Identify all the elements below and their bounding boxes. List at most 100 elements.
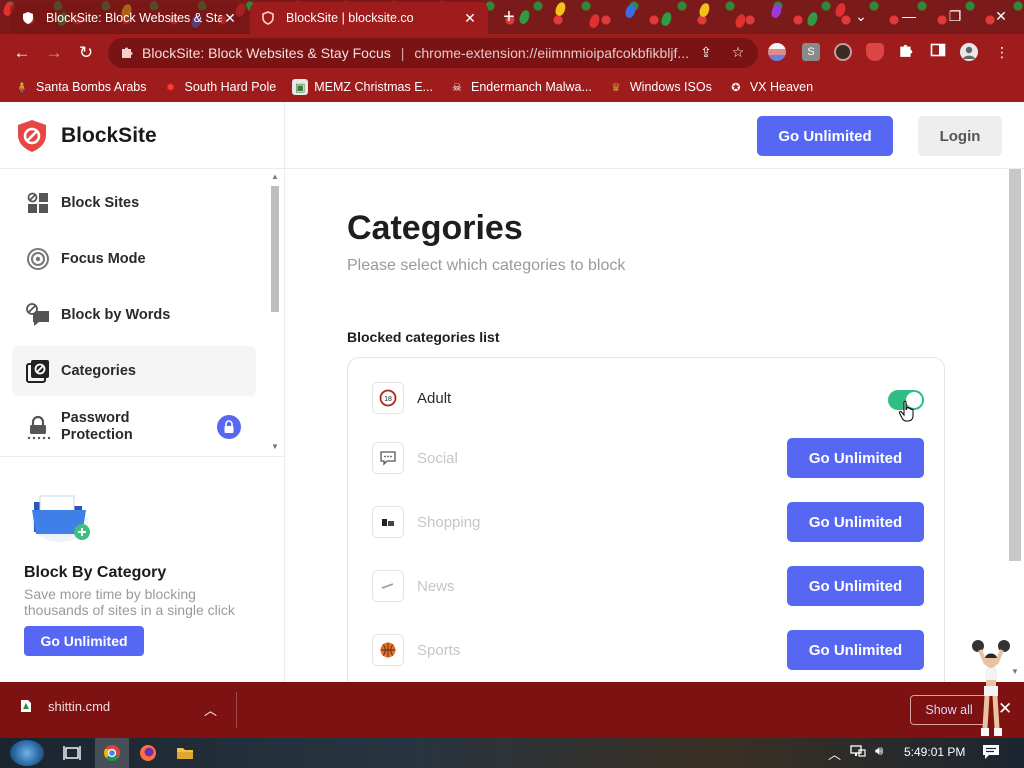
blocksite-extension-icon[interactable] xyxy=(866,43,884,61)
action-center-icon[interactable] xyxy=(982,744,1000,763)
sidebar-item-label: Block by Words xyxy=(61,307,171,323)
lock-icon xyxy=(25,414,51,440)
sidebar-item-categories[interactable]: Categories xyxy=(12,346,256,396)
extension-puzzle-icon xyxy=(120,45,134,62)
chevron-up-icon[interactable]: ︿ xyxy=(204,700,217,719)
categories-icon xyxy=(25,358,51,384)
bookmark-item[interactable]: ✪ VX Heaven xyxy=(728,79,813,95)
reload-icon[interactable]: ↻ xyxy=(74,41,98,65)
omnibox-separator: | xyxy=(400,45,405,61)
trophy-icon: ♛ xyxy=(610,81,621,94)
back-arrow-icon[interactable]: ← xyxy=(10,41,34,65)
start-orb-icon[interactable] xyxy=(10,740,44,766)
tab-blocksite-extension[interactable]: BlockSite: Block Websites & Stay ✕ xyxy=(10,2,248,34)
extensions-puzzle-icon[interactable] xyxy=(896,42,916,62)
blocksite-favicon-icon xyxy=(20,10,36,26)
category-row-adult: 18 Adult xyxy=(372,374,924,422)
browser-toolbar: ← → ↻ BlockSite: Block Websites & Stay F… xyxy=(0,34,1024,72)
category-row-shopping: Shopping Go Unlimited xyxy=(372,498,924,546)
share-icon[interactable]: ⇪ xyxy=(696,42,716,62)
svg-text:18: 18 xyxy=(384,396,392,403)
list-heading: Blocked categories list xyxy=(347,329,500,345)
chrome-taskbar-icon[interactable] xyxy=(95,738,129,768)
scroll-up-arrow-icon[interactable]: ▲ xyxy=(271,172,279,181)
new-tab-button[interactable]: + xyxy=(498,6,520,28)
skull-icon: ☠ xyxy=(452,81,462,94)
volume-icon[interactable]: 🔊︎ xyxy=(875,743,883,759)
image-icon: ▣ xyxy=(292,79,309,95)
taskbar-clock[interactable]: 5:49:01 PM xyxy=(904,745,965,759)
scrollbar-thumb[interactable] xyxy=(1009,169,1021,561)
sidebar-nav: Block Sites Focus Mode Block by Words Ca… xyxy=(12,178,256,458)
target-icon xyxy=(25,246,51,272)
minimize-button[interactable]: — xyxy=(886,0,932,32)
avatar-extension-icon[interactable] xyxy=(834,43,852,61)
bookmark-item[interactable]: 🧍 Santa Bombs Arabs xyxy=(14,79,146,95)
basketball-icon xyxy=(372,634,404,666)
sidebar-item-focus-mode[interactable]: Focus Mode xyxy=(12,234,256,284)
side-panel-icon[interactable] xyxy=(928,42,948,62)
download-shelf: shittin.cmd ︿ Show all ✕ xyxy=(0,682,1024,738)
forward-arrow-icon[interactable]: → xyxy=(42,41,66,65)
sidebar-scrollbar[interactable]: ▲ ▼ xyxy=(270,172,280,454)
download-item[interactable]: shittin.cmd xyxy=(18,698,110,714)
news-go-unlimited-button[interactable]: Go Unlimited xyxy=(787,566,924,606)
bookmark-item[interactable]: ✹ South Hard Pole xyxy=(162,79,276,95)
s-extension-icon[interactable]: S xyxy=(802,43,820,61)
sidebar-item-label: Categories xyxy=(61,363,136,379)
bookmark-star-icon[interactable]: ☆ xyxy=(728,42,748,62)
firefox-taskbar-icon[interactable] xyxy=(137,743,159,763)
shopping-go-unlimited-button[interactable]: Go Unlimited xyxy=(787,502,924,542)
badge-icon: ✪ xyxy=(731,81,741,94)
network-icon[interactable] xyxy=(850,744,866,761)
main-content: Categories Please select which categorie… xyxy=(286,169,1008,682)
promo-card: Block By Category Save more time by bloc… xyxy=(12,474,274,674)
scrollbar-thumb[interactable] xyxy=(271,186,279,312)
page-name: BlockSite: Block Websites & Stay Focus xyxy=(142,45,391,61)
tab-close-icon[interactable]: ✕ xyxy=(462,10,478,27)
tab-label: BlockSite: Block Websites & Stay xyxy=(46,11,222,25)
tab-close-icon[interactable]: ✕ xyxy=(222,10,238,27)
file-explorer-taskbar-icon[interactable] xyxy=(174,743,196,763)
main-scrollbar[interactable]: ▼ xyxy=(1008,169,1022,682)
category-row-sports: Sports Go Unlimited xyxy=(372,626,924,674)
sidebar-item-password-protection[interactable]: Password Protection xyxy=(12,402,256,452)
category-row-news: News Go Unlimited xyxy=(372,562,924,610)
promo-go-unlimited-button[interactable]: Go Unlimited xyxy=(24,626,144,656)
tab-search-chevron-icon[interactable]: ⌄ xyxy=(838,0,884,32)
tab-blocksite-co[interactable]: BlockSite | blocksite.co ✕ xyxy=(250,2,488,34)
menu-kebab-icon[interactable]: ⋮ xyxy=(992,42,1012,62)
task-view-icon[interactable] xyxy=(61,743,83,763)
social-go-unlimited-button[interactable]: Go Unlimited xyxy=(787,438,924,478)
category-label: Shopping xyxy=(417,513,481,531)
promo-title: Block By Category xyxy=(24,564,167,581)
scroll-down-arrow-icon[interactable]: ▼ xyxy=(271,442,279,451)
sidebar-item-block-sites[interactable]: Block Sites xyxy=(12,178,256,228)
bookmark-item[interactable]: ♛ Windows ISOs xyxy=(608,79,712,95)
news-icon xyxy=(372,570,404,602)
page-subtitle: Please select which categories to block xyxy=(347,257,626,274)
category-label: Social xyxy=(417,449,458,467)
categories-card: 18 Adult Social Go Unlimited Shopping Go… xyxy=(347,357,945,682)
folder-plus-icon xyxy=(32,495,90,542)
profile-avatar-icon[interactable] xyxy=(960,43,978,61)
bookmark-item[interactable]: ▣ MEMZ Christmas E... xyxy=(292,79,433,95)
blocksite-logo[interactable]: BlockSite xyxy=(14,118,157,154)
blocksite-page: BlockSite Block Sites Focus Mode Block b… xyxy=(0,102,1024,682)
address-bar[interactable]: BlockSite: Block Websites & Stay Focus |… xyxy=(108,38,758,68)
shopping-icon xyxy=(372,506,404,538)
grid-icon xyxy=(25,190,51,216)
flag-extension-icon[interactable] xyxy=(768,43,786,61)
show-hidden-icons-chevron-icon[interactable]: ︿ xyxy=(828,744,841,763)
restore-button[interactable]: ❐ xyxy=(932,0,978,32)
page-title: Categories xyxy=(347,209,523,247)
close-window-button[interactable]: ✕ xyxy=(978,0,1024,32)
header-go-unlimited-button[interactable]: Go Unlimited xyxy=(757,116,893,156)
maple-leaf-icon: ✹ xyxy=(165,81,176,94)
login-button[interactable]: Login xyxy=(918,116,1002,156)
tab-strip: BlockSite: Block Websites & Stay ✕ Block… xyxy=(0,0,1024,34)
sidebar-item-block-by-words[interactable]: Block by Words xyxy=(12,290,256,340)
bookmark-item[interactable]: ☠ Endermanch Malwa... xyxy=(449,79,592,95)
category-label: Adult xyxy=(417,389,452,407)
sports-go-unlimited-button[interactable]: Go Unlimited xyxy=(787,630,924,670)
